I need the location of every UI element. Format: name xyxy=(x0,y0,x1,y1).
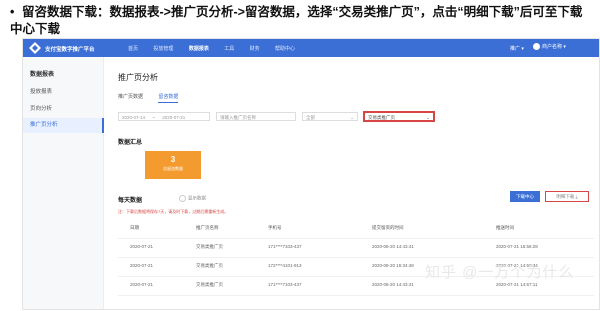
sidebar-item-delivery-report[interactable]: 投放报表 xyxy=(30,87,52,95)
detail-download-label: 明细下载 xyxy=(556,194,575,199)
cell: 2020-07-21 xyxy=(130,244,154,249)
avatar xyxy=(533,43,540,51)
cell: 171****7103-437 xyxy=(268,244,302,249)
type-select-value: 全部 xyxy=(306,115,315,120)
notice-text: 注：下载后数据将保存7天，请及时下载，过期后需重新生成。 xyxy=(118,209,229,214)
sidebar-item-promo-page-analysis[interactable]: 推广页分析 xyxy=(23,118,104,133)
toggle-label: 显示数据 xyxy=(188,195,206,201)
cell: 171****7103-437 xyxy=(268,282,302,287)
nav-help[interactable]: 帮助中心 xyxy=(275,45,295,52)
tab-promo-page-data[interactable]: 推广页数据 xyxy=(118,93,143,102)
user-menu[interactable]: 商户名称 ▾ xyxy=(533,43,566,51)
cell: 交易类推广页 xyxy=(196,263,223,268)
cell: 交易类推广页 xyxy=(196,282,223,287)
cell: 2020-08-20 14:43:41 xyxy=(372,282,414,287)
date-end: 2020-07-21 xyxy=(162,115,186,120)
chevron-down-icon: ⌄ xyxy=(426,115,430,120)
download-icon: ⤓ xyxy=(575,194,578,199)
brand-logo-icon xyxy=(29,42,41,54)
type-select[interactable]: 全部 ⌄ xyxy=(302,112,358,121)
main-nav: 首页 投放管理 数据报表 工具 财务 帮助中心 xyxy=(128,45,309,52)
tab-lead-data[interactable]: 留咨数据 xyxy=(158,93,179,103)
detail-download-button[interactable]: 明细下载 ⤓ xyxy=(545,191,589,202)
brand-name: 支付宝数字推广平台 xyxy=(45,47,95,53)
radio-icon xyxy=(179,195,186,202)
summary-card: 3 总留咨数量 xyxy=(145,151,201,179)
tabs: 推广页数据 留咨数据 xyxy=(118,93,192,103)
instruction-text: 留咨数据下载：数据报表->推广页分析->留咨数据，选择“交易类推广页”，点击“明… xyxy=(10,5,583,36)
page-name-input[interactable]: 请输入推广页名称 xyxy=(216,112,296,121)
date-range-picker[interactable]: 2020-07-14 ~ 2020-07-21 xyxy=(118,112,210,121)
page-type-value: 交易类推广页 xyxy=(368,115,395,120)
table-header: 日期 推广页名称 手机号 提交留资的时间 推送时间 xyxy=(118,220,594,239)
chevron-down-icon: ⌄ xyxy=(350,115,354,120)
col-submit-time: 提交留资的时间 xyxy=(372,225,404,230)
cell: 交易类推广页 xyxy=(196,244,223,249)
page-title: 推广页分析 xyxy=(118,73,158,82)
table-row: 2020-07-21 交易类推广页 171****7103-437 2020-0… xyxy=(118,239,594,258)
col-phone: 手机号 xyxy=(268,225,282,230)
cell: 2020-07-21 14:57:11 xyxy=(496,282,538,287)
sidebar-title: 数据报表 xyxy=(30,72,55,78)
cell: 2020-07-21 xyxy=(130,263,154,268)
col-push-time: 推送时间 xyxy=(496,225,514,230)
show-data-toggle[interactable]: 显示数据 xyxy=(179,195,206,202)
cell: 2020-08-20 15:34:48 xyxy=(372,263,414,268)
page-type-select[interactable]: 交易类推广页 ⌄ xyxy=(363,111,435,122)
bullet: • xyxy=(10,5,15,19)
nav-campaigns[interactable]: 投放管理 xyxy=(153,45,173,52)
cell: 2020-08-20 14:43:41 xyxy=(372,244,414,249)
cell: 172****4101-913 xyxy=(268,263,302,268)
sidebar-item-page-analysis[interactable]: 页向分析 xyxy=(30,104,52,112)
summary-value: 3 xyxy=(170,155,176,164)
daily-data-title: 每天数据 xyxy=(118,198,143,204)
summary-label: 总留咨数量 xyxy=(163,166,183,171)
nav-home[interactable]: 首页 xyxy=(128,45,138,52)
nav-finance[interactable]: 财务 xyxy=(250,45,260,52)
nav-tools[interactable]: 工具 xyxy=(224,45,234,52)
cell: 2020-07-21 xyxy=(130,282,154,287)
sidebar: 数据报表 投放报表 页向分析 推广页分析 xyxy=(23,57,104,309)
download-center-button[interactable]: 下载中心 xyxy=(510,191,540,202)
nav-reports[interactable]: 数据报表 xyxy=(189,45,209,52)
top-navbar: 支付宝数字推广平台 首页 投放管理 数据报表 工具 财务 帮助中心 推广 ▾ 商… xyxy=(23,39,599,57)
instruction-caption: • 留咨数据下载：数据报表->推广页分析->留咨数据，选择“交易类推广页”，点击“… xyxy=(10,4,590,38)
user-name: 商户名称 ▾ xyxy=(542,44,566,50)
watermark: 知乎 @一万个为什么 xyxy=(425,264,575,281)
cell: 2020-07-21 15:56:28 xyxy=(496,244,538,249)
date-start: 2020-07-14 xyxy=(122,115,146,120)
col-date: 日期 xyxy=(130,225,139,230)
date-separator: ~ xyxy=(152,115,155,120)
col-page-name: 推广页名称 xyxy=(196,225,219,230)
promo-menu[interactable]: 推广 ▾ xyxy=(510,45,524,52)
summary-title: 数据汇总 xyxy=(118,140,143,146)
